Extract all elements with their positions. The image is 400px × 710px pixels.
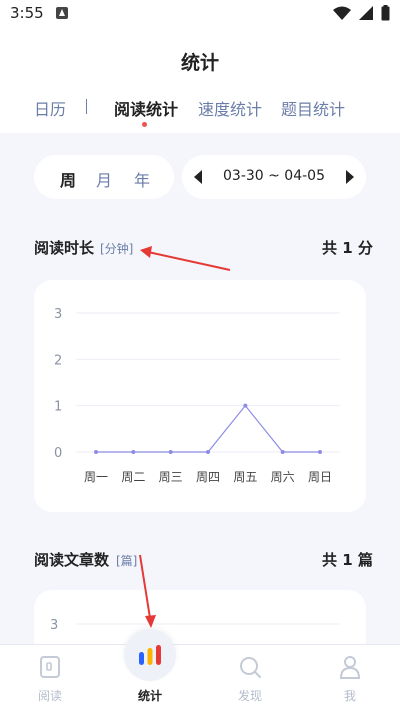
wifi-icon	[333, 6, 351, 20]
x-tick-label: 周四	[196, 470, 220, 484]
signal-icon	[359, 6, 373, 20]
tab-divider	[86, 99, 87, 114]
nav-me-label: 我	[343, 689, 356, 703]
tab-bar: 日历 阅读统计 速度统计 题目统计	[0, 96, 400, 127]
annotation-arrowhead-unit	[140, 246, 152, 258]
reading-time-total: 共 1 分	[322, 239, 373, 257]
header: 统计 日历 阅读统计 速度统计 题目统计	[0, 28, 400, 133]
book-icon	[40, 656, 60, 678]
x-tick-label: 周三	[159, 470, 183, 484]
reading-articles-unit: [篇]	[116, 554, 138, 568]
x-tick-label: 周六	[271, 470, 295, 484]
notification-icon	[56, 7, 68, 19]
nav-discover-label: 发现	[237, 689, 262, 703]
nav-stats-label: 统计	[137, 689, 162, 703]
y-tick-label: 3	[50, 618, 58, 633]
annotation-arrow-unit	[147, 251, 231, 271]
search-icon	[240, 657, 261, 678]
reading-time-chart-svg: 0 1 2 3 周一 周二 周三 周四 周五 周六 周日	[54, 307, 340, 484]
y-tick-label: 1	[54, 400, 62, 415]
battery-icon	[381, 5, 390, 21]
period-year[interactable]: 年	[134, 167, 150, 191]
period-week[interactable]: 周	[60, 167, 76, 191]
bar-chart-icon	[139, 645, 161, 665]
tab-calendar[interactable]: 日历	[34, 96, 66, 120]
reading-articles-total: 共 1 篇	[322, 551, 373, 569]
status-icons	[333, 5, 390, 21]
x-tick-label: 周一	[84, 470, 108, 484]
y-tick-label: 0	[54, 446, 62, 461]
user-icon	[339, 656, 361, 679]
nav-stats-bubble	[124, 629, 176, 681]
reading-time-title: 阅读时长	[34, 239, 95, 257]
data-point	[94, 450, 98, 454]
series-line	[96, 404, 320, 453]
y-tick-label: 3	[54, 307, 62, 322]
data-point	[206, 450, 210, 454]
page-title: 统计	[180, 52, 219, 74]
next-range-icon[interactable]	[346, 170, 354, 184]
active-tab-indicator	[142, 122, 147, 127]
bottom-nav: 阅读 统计 发现 我	[0, 629, 400, 710]
date-range-text: 03-30 ~ 04-05	[223, 168, 325, 184]
nav-me[interactable]: 我	[300, 645, 400, 710]
x-tick-label: 周日	[308, 470, 332, 484]
data-point	[243, 403, 248, 408]
nav-discover[interactable]: 发现	[200, 645, 300, 710]
nav-reading[interactable]: 阅读	[0, 645, 100, 710]
status-time: 3:55	[10, 4, 44, 22]
reading-time-chart: 0 1 2 3 周一 周二 周三 周四 周五 周六 周日	[34, 280, 366, 512]
status-bar: 3:55	[0, 0, 400, 28]
data-point	[280, 450, 285, 454]
date-range-selector: 03-30 ~ 04-05	[182, 155, 366, 199]
period-selector: 周 月 年	[34, 155, 174, 199]
y-tick-label: 2	[54, 353, 62, 368]
nav-reading-label: 阅读	[37, 689, 62, 703]
tab-reading-stats[interactable]: 阅读统计	[114, 96, 178, 120]
x-tick-label: 周二	[121, 470, 145, 484]
data-point	[131, 450, 136, 454]
nav-stats[interactable]: 统计	[100, 629, 200, 710]
data-point	[318, 450, 322, 454]
x-tick-label: 周五	[233, 470, 257, 484]
data-point	[168, 450, 173, 454]
period-month[interactable]: 月	[96, 167, 112, 191]
tab-question-stats[interactable]: 题目统计	[281, 96, 345, 120]
reading-articles-title: 阅读文章数	[34, 551, 110, 569]
tab-speed-stats[interactable]: 速度统计	[198, 96, 262, 120]
reading-time-unit: [分钟]	[100, 242, 134, 256]
